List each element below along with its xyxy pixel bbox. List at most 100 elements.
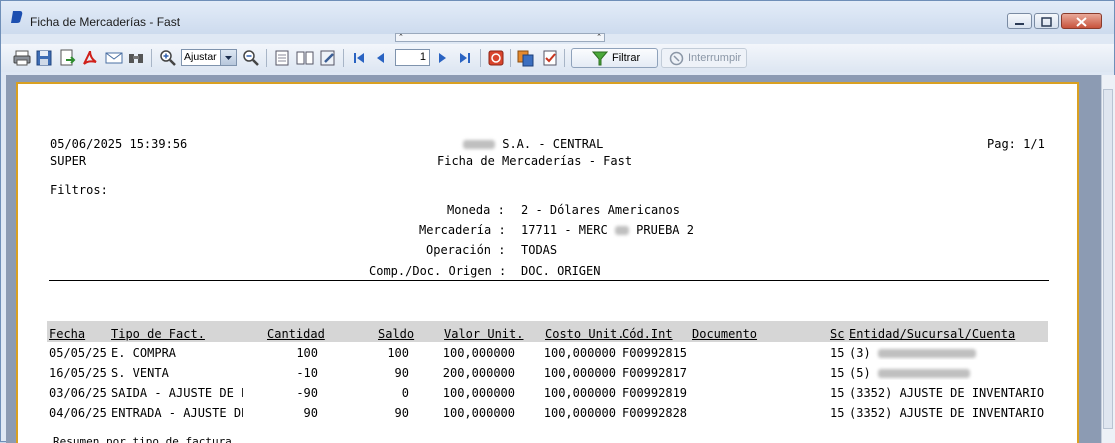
column-header-fecha: Fecha (49, 327, 86, 341)
filter-value-operacion: TODAS (521, 243, 558, 257)
filter-value-moneda: 2 - Dólares Americanos (521, 203, 680, 217)
row-1-tipo: E. COMPRA (111, 346, 177, 360)
report-title: Ficha de Mercaderías - Fast (437, 154, 633, 168)
row-1-saldo: 100 (387, 346, 409, 360)
row-2-sc: 15 (830, 366, 845, 380)
interrupt-button[interactable]: Interrumpir (661, 48, 747, 68)
checklist-icon[interactable] (541, 49, 559, 67)
column-header-sc: Sc (830, 327, 845, 341)
toolbar-separator (266, 49, 267, 67)
two-pages-icon[interactable] (296, 49, 314, 67)
row-4-valor-unit: 100,000000 (442, 406, 515, 420)
zoom-in-icon[interactable] (159, 49, 177, 67)
redacted-block (877, 349, 976, 358)
previous-page-icon[interactable] (372, 49, 390, 67)
minimize-button[interactable] (1007, 13, 1032, 29)
copy-report-icon[interactable] (517, 49, 535, 67)
redacted-block (614, 226, 629, 235)
window-title: Ficha de Mercaderías - Fast (30, 15, 181, 29)
row-4-cod-int: F00992828 (622, 406, 688, 420)
row-1-entidad: (3) (849, 346, 1046, 360)
redacted-block (877, 369, 970, 378)
column-header-cod-int: Cód.Int (622, 327, 673, 341)
row-1-fecha: 05/05/25 (49, 346, 107, 360)
row-4-entidad: (3352) AJUSTE DE INVENTARIO TUPI (849, 406, 1045, 420)
report-datetime: 05/06/2025 15:39:56 (50, 137, 188, 151)
filter-value-mercaderia: 17711 - MERC PRUEBA 2 (521, 223, 694, 237)
minimize-icon (1015, 23, 1024, 25)
zoom-select[interactable]: Ajustar a (181, 49, 237, 66)
pdf-icon[interactable] (81, 49, 99, 67)
column-header-tipo: Tipo de Fact. (111, 327, 205, 341)
row-2-tipo: S. VENTA (111, 366, 169, 380)
row-1-cod-int: F00992815 (622, 346, 688, 360)
row-2-fecha: 16/05/25 (49, 366, 107, 380)
edit-icon[interactable] (319, 49, 337, 67)
stop-icon[interactable] (487, 49, 505, 67)
close-icon (1076, 17, 1087, 27)
save-icon[interactable] (35, 49, 53, 67)
maximize-button[interactable] (1034, 13, 1059, 29)
row-4-cantidad: 90 (303, 406, 318, 420)
filter-label-moneda: Moneda : (447, 203, 505, 217)
row-1-sc: 15 (830, 346, 845, 360)
row-3-tipo: SAIDA - AJUSTE DE ESTOQUE (111, 386, 243, 400)
row-2-cod-int: F00992817 (622, 366, 688, 380)
print-icon[interactable] (13, 49, 31, 67)
column-header-documento: Documento (692, 327, 758, 341)
row-1-entidad-code: (3) (849, 346, 871, 360)
toolbar-separator (510, 49, 511, 67)
page-view-icon[interactable] (273, 49, 291, 67)
row-3-costo-unit: 100,000000 (543, 386, 616, 400)
report-toolbar: Ajustar a 1 Filtrar Interrumpir (1, 44, 1114, 72)
toolbar-separator (343, 49, 344, 67)
toolbar-separator (151, 49, 152, 67)
interrupt-button-label: Interrumpir (688, 52, 742, 64)
export-icon[interactable] (58, 49, 76, 67)
toolbar-separator (564, 49, 565, 67)
column-header-valor-unit: Valor Unit. (444, 327, 524, 341)
filter-value-origen: DOC. ORIGEN (521, 264, 601, 278)
app-icon (11, 11, 23, 23)
row-2-entidad-code: (5) (849, 366, 871, 380)
page-indicator: Pag: 1/1 (987, 137, 1045, 151)
row-2-entidad: (5) (849, 366, 1046, 380)
filter-value-mercaderia-name: PRUEBA 2 (636, 223, 694, 237)
next-page-icon[interactable] (433, 49, 451, 67)
page-number-input[interactable]: 1 (395, 49, 430, 66)
row-1-valor-unit: 100,000000 (442, 346, 515, 360)
report-user: SUPER (50, 154, 87, 168)
redacted-block (463, 140, 495, 149)
row-3-sc: 15 (830, 386, 845, 400)
row-2-valor-unit: 200,000000 (442, 366, 515, 380)
company-name: S.A. - CENTRAL (463, 137, 603, 151)
maximize-icon (1041, 17, 1052, 27)
zoom-out-icon[interactable] (242, 49, 260, 67)
row-4-saldo: 90 (394, 406, 409, 420)
toolbar-separator (480, 49, 481, 67)
filter-value-mercaderia-code: 17711 - MERC (521, 223, 608, 237)
filters-label: Filtros: (50, 183, 108, 197)
title-bar: Ficha de Mercaderías - Fast (1, 1, 1114, 34)
filter-label-origen: Comp./Doc. Origen : (369, 264, 507, 278)
column-header-entidad: Entidad/Sucursal/Cuenta (849, 327, 1016, 341)
vertical-scrollbar[interactable] (1101, 75, 1115, 443)
row-4-tipo: ENTRADA - AJUSTE DE ESTOQUE (111, 406, 243, 420)
row-3-saldo: 0 (401, 386, 409, 400)
filter-button[interactable]: Filtrar (571, 48, 658, 68)
row-2-costo-unit: 100,000000 (543, 366, 616, 380)
first-page-icon[interactable] (350, 49, 368, 67)
last-page-icon[interactable] (456, 49, 474, 67)
email-icon[interactable] (105, 49, 123, 67)
row-4-sc: 15 (830, 406, 845, 420)
toolbar-collapse-grip[interactable]: ⌃ ⌃ (395, 33, 605, 42)
chevron-down-icon (220, 50, 236, 65)
row-3-valor-unit: 100,000000 (442, 386, 515, 400)
filter-icon (592, 51, 608, 66)
row-4-costo-unit: 100,000000 (543, 406, 616, 420)
scrollbar-thumb[interactable] (1103, 89, 1113, 429)
find-icon[interactable] (127, 49, 145, 67)
close-button[interactable] (1061, 13, 1102, 29)
filter-label-operacion: Operación : (426, 243, 506, 257)
row-3-entidad: (3352) AJUSTE DE INVENTARIO TUPI (849, 386, 1045, 400)
